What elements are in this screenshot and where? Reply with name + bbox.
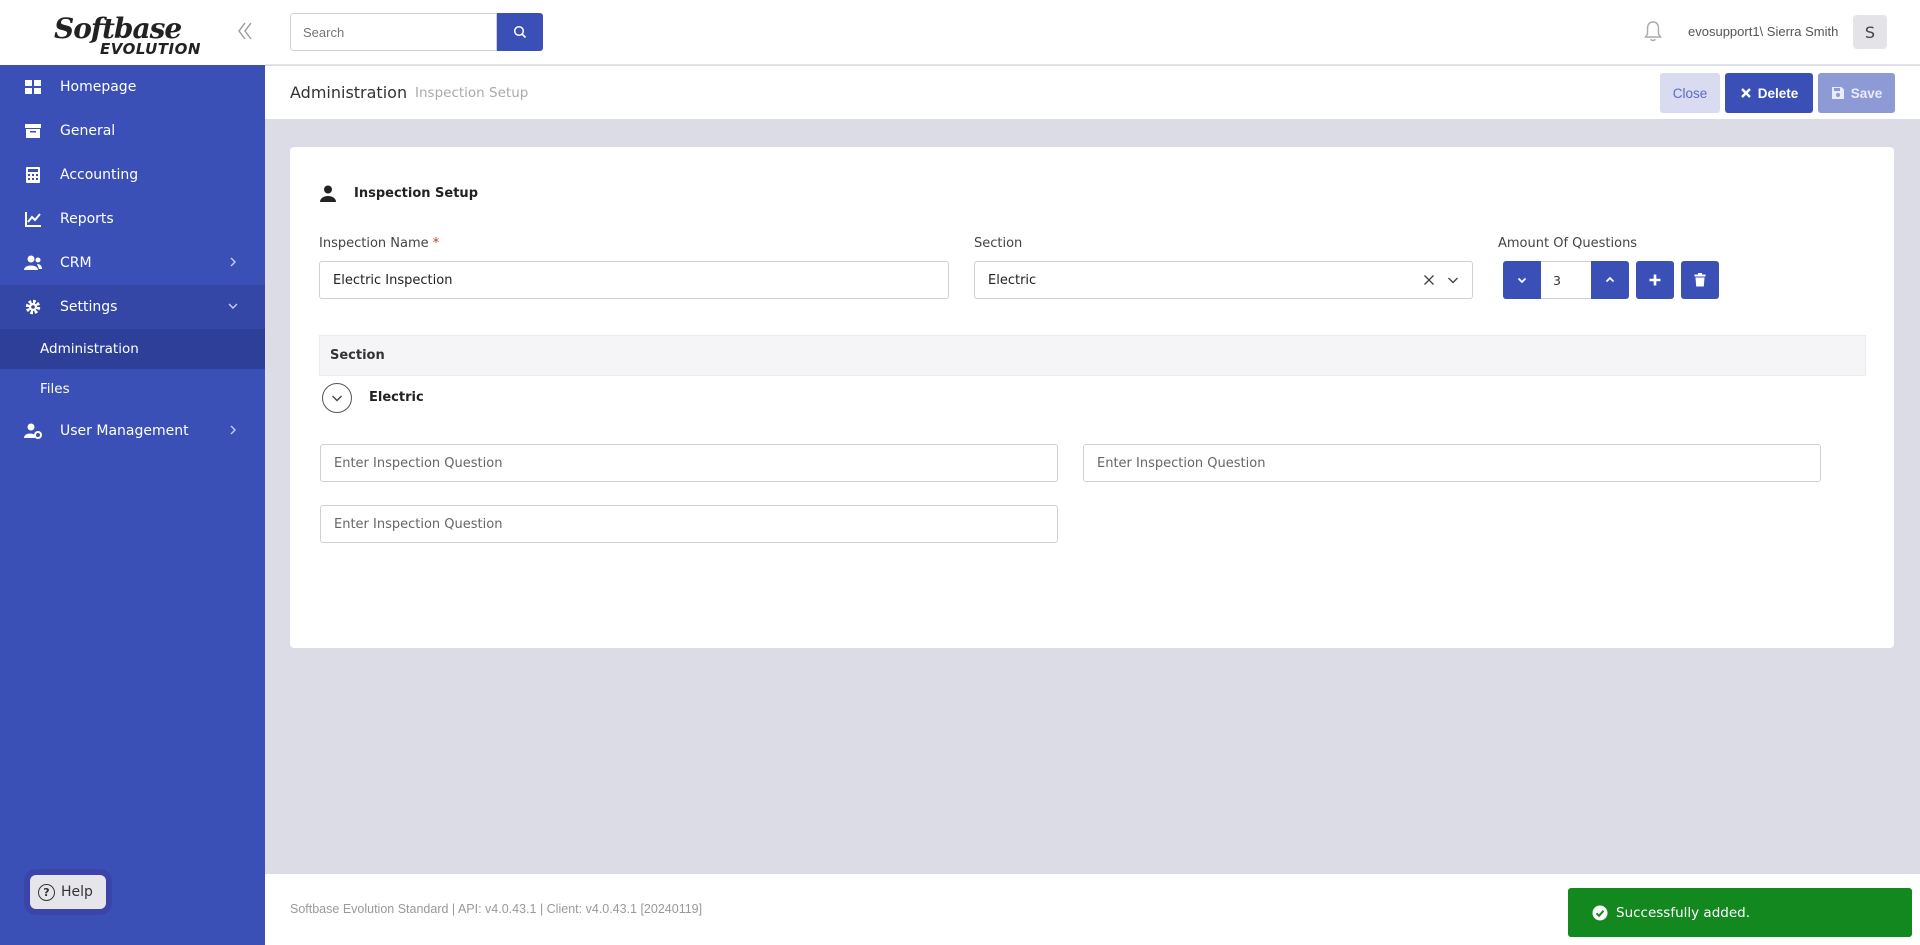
x-icon — [1740, 88, 1751, 98]
sidebar-item-label: Accounting — [60, 167, 139, 183]
sidebar-item-homepage[interactable]: Homepage — [0, 65, 265, 109]
question-count-input[interactable]: 3 — [1541, 261, 1591, 299]
section-table-header: Section — [319, 335, 1866, 376]
archive-box-icon — [25, 124, 41, 138]
card-title: Inspection Setup — [320, 185, 478, 202]
inspection-name-label: Inspection Name * — [319, 236, 439, 251]
question-input-3[interactable]: Enter Inspection Question — [320, 505, 1058, 543]
sidebar-item-settings[interactable]: Settings — [0, 285, 265, 329]
search-input[interactable] — [290, 13, 497, 51]
close-button[interactable]: Close — [1660, 73, 1720, 113]
chevron-down-icon — [228, 303, 238, 309]
card-title-label: Inspection Setup — [354, 186, 478, 201]
sidebar-nav: Homepage General Accounting Reports CRM … — [0, 65, 265, 453]
chevron-down-icon — [1517, 277, 1527, 284]
section-name: Electric — [369, 390, 424, 405]
sidebar-item-label: General — [60, 123, 116, 139]
check-circle-icon — [1592, 905, 1608, 920]
users-icon — [24, 255, 42, 270]
user-label[interactable]: evosupport1\ Sierra Smith — [1688, 24, 1838, 39]
settings-submenu: Administration Files — [0, 329, 265, 409]
quantity-stepper: 3 — [1503, 261, 1719, 299]
floppy-disk-icon — [1831, 87, 1844, 99]
amount-of-questions-label: Amount Of Questions — [1498, 236, 1638, 251]
sidebar-item-accounting[interactable]: Accounting — [0, 153, 265, 197]
gear-icon — [25, 299, 41, 315]
logo-area: Softbase EVOLUTION — [0, 0, 265, 65]
inspection-setup-card: Inspection Setup Inspection Name * Elect… — [290, 147, 1894, 648]
section-select-value: Electric — [988, 272, 1037, 288]
inspection-name-label-text: Inspection Name — [319, 236, 429, 251]
inspection-name-input[interactable]: Electric Inspection — [319, 261, 949, 299]
help-button[interactable]: ? Help — [30, 875, 106, 909]
softbase-logo[interactable]: Softbase EVOLUTION — [54, 12, 204, 58]
version-info: Softbase Evolution Standard | API: v4.0.… — [290, 902, 703, 916]
delete-button-label: Delete — [1757, 85, 1799, 101]
sidebar-item-crm[interactable]: CRM — [0, 241, 265, 285]
breadcrumb-bar: Administration Inspection Setup Close De… — [265, 66, 1920, 119]
user-icon — [320, 185, 336, 202]
expand-section-button[interactable] — [322, 383, 352, 413]
question-input-2[interactable]: Enter Inspection Question — [1083, 444, 1821, 482]
save-button[interactable]: Save — [1818, 73, 1895, 113]
clear-icon[interactable] — [1422, 273, 1436, 287]
breadcrumb-main[interactable]: Administration — [290, 83, 407, 102]
sidebar-item-label: Homepage — [60, 79, 137, 95]
breadcrumb-current: Inspection Setup — [415, 85, 529, 101]
delete-question-button[interactable] — [1681, 261, 1719, 299]
grid-icon — [25, 80, 41, 94]
sidebar-subitem-files[interactable]: Files — [0, 369, 265, 409]
increment-button[interactable] — [1591, 261, 1629, 299]
sidebar: Softbase EVOLUTION Homepage General Acco… — [0, 0, 265, 945]
close-button-label: Close — [1672, 85, 1708, 101]
sidebar-subitem-administration[interactable]: Administration — [0, 329, 265, 369]
trash-icon — [1694, 273, 1706, 287]
help-question-icon: ? — [38, 883, 55, 901]
sidebar-item-label: CRM — [60, 255, 92, 271]
collapse-sidebar-icon[interactable] — [236, 20, 256, 44]
sidebar-item-label: Settings — [60, 299, 118, 315]
section-label: Section — [974, 236, 1023, 251]
chevron-right-icon — [230, 425, 236, 435]
sidebar-item-label: User Management — [60, 423, 189, 439]
line-chart-icon — [25, 212, 41, 227]
question-input-1[interactable]: Enter Inspection Question — [320, 444, 1058, 482]
sidebar-item-reports[interactable]: Reports — [0, 197, 265, 241]
chevron-down-icon[interactable] — [1446, 273, 1460, 287]
chevron-up-icon — [1605, 276, 1615, 283]
search-button[interactable] — [497, 13, 543, 51]
save-button-label: Save — [1850, 85, 1883, 101]
top-bar: evosupport1\ Sierra Smith S — [265, 0, 1920, 65]
chevron-right-icon — [230, 257, 236, 267]
help-label: Help — [61, 884, 93, 900]
decrement-button[interactable] — [1503, 261, 1541, 299]
add-button[interactable] — [1636, 261, 1674, 299]
sidebar-item-user-management[interactable]: User Management — [0, 409, 265, 453]
calculator-icon — [26, 167, 40, 183]
delete-button[interactable]: Delete — [1725, 73, 1813, 113]
bell-icon[interactable] — [1643, 20, 1663, 42]
chevron-down-icon — [332, 395, 342, 402]
logo-line2: EVOLUTION — [100, 40, 201, 58]
avatar[interactable]: S — [1853, 15, 1887, 49]
section-select[interactable]: Electric — [974, 261, 1473, 299]
sidebar-item-label: Reports — [60, 211, 114, 227]
user-gear-icon — [24, 423, 42, 439]
toast-message: Successfully added. — [1616, 904, 1751, 921]
sidebar-item-general[interactable]: General — [0, 109, 265, 153]
required-mark: * — [432, 236, 440, 251]
search-icon — [513, 25, 527, 39]
plus-icon — [1649, 274, 1661, 286]
success-toast[interactable]: Successfully added. — [1568, 888, 1912, 937]
